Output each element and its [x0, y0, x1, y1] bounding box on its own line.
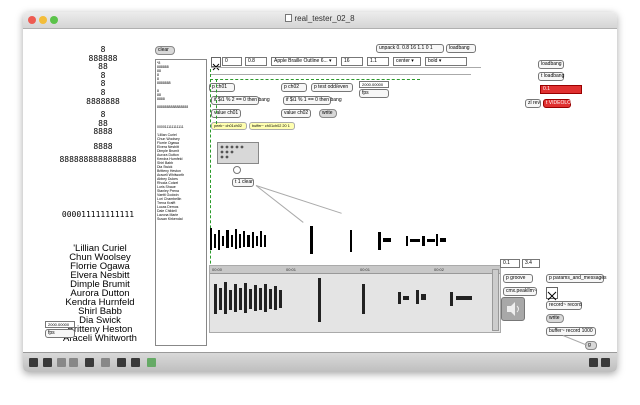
lock-icon[interactable] — [29, 358, 38, 367]
number-line: 8888 — [93, 141, 113, 151]
style-menu-label: bold — [428, 58, 438, 64]
p-params-object[interactable]: p params_and_messages — [546, 274, 607, 283]
red-number-box[interactable]: 0.1 — [540, 85, 582, 94]
inspector-icon[interactable] — [117, 358, 126, 367]
chevron-down-icon: ▾ — [411, 58, 414, 64]
grid-icon[interactable] — [57, 358, 66, 367]
t-loadbang-object[interactable]: t loadbang — [538, 72, 564, 81]
t-video-object[interactable]: t VIDEOLOM — [543, 99, 575, 108]
snap-icon[interactable] — [69, 358, 78, 367]
patch-cord — [255, 185, 342, 214]
window-title-text: real_tester_02_8 — [294, 14, 355, 23]
style-menu[interactable]: bold ▾ — [425, 57, 467, 66]
split-left-icon[interactable] — [589, 358, 598, 367]
title-bar: real_tester_02_8 — [23, 12, 617, 29]
font-menu-label: Apple Braille Outline 6... — [274, 58, 328, 64]
chevron-down-icon: ▾ — [438, 58, 442, 64]
range-high-number[interactable]: 3.4 — [522, 259, 540, 268]
expr-object-2[interactable]: if $i1 % 1 == 0 then bang — [283, 96, 342, 105]
audio-on-icon[interactable] — [147, 358, 156, 367]
align-menu[interactable]: center ▾ — [393, 57, 421, 66]
record-object[interactable]: record~ record — [546, 301, 582, 310]
document-icon — [285, 14, 293, 22]
waveform-bottom-svg — [214, 278, 472, 322]
loadbang-object[interactable]: loadbang — [538, 60, 564, 69]
numbers-display: 8 888888 88 8 8 8 8888888 8 88 8888 8888 — [63, 45, 143, 152]
range-low-number[interactable]: 0.1 — [500, 259, 520, 268]
patch-cord — [562, 335, 588, 346]
matrix-grid-icon — [220, 145, 244, 159]
write-message[interactable]: write — [546, 314, 564, 323]
toggle-x-button[interactable] — [211, 57, 221, 71]
waveform-editor[interactable]: 00:00 00:01 00:01 00:02 — [209, 265, 501, 333]
font-menu[interactable]: Apple Braille Outline 6... ▾ — [271, 57, 337, 66]
p-groove-object[interactable]: p groove — [503, 274, 533, 283]
level-meter — [492, 269, 499, 331]
text-list-box[interactable]: *8 888888 88 8 8 8888888 8 88 8888 88888888888888… — [155, 59, 207, 346]
timeline-tick: 00:00 — [212, 267, 223, 272]
presentation-icon[interactable] — [43, 358, 52, 367]
buffer-object[interactable]: buffer~ ch01ch02 20 1 — [249, 122, 295, 130]
number-box-2[interactable]: 0.8 — [245, 57, 267, 66]
p-ch02-object[interactable]: p ch02 — [281, 83, 307, 92]
peakamp-object[interactable]: cmx.peakllm~ — [503, 287, 537, 296]
info-icon[interactable] — [101, 358, 110, 367]
buffer-record-object[interactable]: buffer~ record 1000 — [546, 327, 596, 336]
clear-message[interactable]: clear — [155, 46, 175, 55]
timeline-ruler: 00:00 00:01 00:01 00:02 — [210, 266, 500, 274]
fps-object-bottom[interactable]: fps — [45, 329, 75, 338]
number-box-1[interactable]: 0 — [222, 57, 242, 66]
number-line: 8888888888888888 — [59, 155, 137, 164]
patcher-window: real_tester_02_8 8 888888 88 8 8 8 88888… — [23, 12, 617, 372]
new-object-icon[interactable] — [85, 358, 94, 367]
signal-cord — [210, 79, 420, 80]
bottom-toolbar — [23, 352, 617, 372]
clear-message-label[interactable]: clear — [155, 46, 175, 55]
bang-button[interactable] — [233, 166, 241, 174]
split-right-icon[interactable] — [601, 358, 610, 367]
waveform-display-top — [210, 226, 460, 256]
align-menu-label: center — [396, 58, 410, 64]
value-ch02-object[interactable]: value ch02 — [281, 109, 311, 118]
patcher-canvas[interactable]: 8 888888 88 8 8 8 8888888 8 88 8888 8888… — [23, 29, 617, 352]
record-toggle[interactable] — [546, 287, 558, 301]
p-ch01-object[interactable]: p ch01 — [209, 83, 235, 92]
patch-cord — [255, 185, 304, 223]
x-icon — [547, 291, 557, 301]
window-icon[interactable] — [131, 358, 140, 367]
speaker-dac-button[interactable] — [501, 297, 525, 321]
window-title: real_tester_02_8 — [23, 14, 617, 23]
timeline-tick: 00:01 — [286, 267, 297, 272]
speaker-icon — [507, 302, 519, 316]
listbox-line: Susan Kirkendal — [157, 217, 183, 221]
loadbang-small-object[interactable]: loadbang — [446, 44, 476, 53]
fps-number-bottom[interactable]: 2000.00000 — [45, 321, 75, 328]
p-test-object[interactable]: p test odd/even — [311, 83, 353, 92]
number-line: 8888888 — [86, 96, 120, 106]
expr-object-1[interactable]: if $i1 % 2 == 0 then bang — [211, 96, 270, 105]
chevron-down-icon: ▾ — [329, 58, 332, 64]
timeline-tick: 00:02 — [434, 267, 445, 272]
waveform-top-svg — [210, 226, 446, 254]
number-line: 8888 — [93, 127, 113, 137]
zl-rev-object[interactable]: zl rev — [525, 99, 541, 108]
fps-number-top[interactable]: 2000.00000 — [359, 81, 389, 88]
number-box-4[interactable]: 1.1 — [367, 57, 389, 66]
patch-cord — [211, 74, 471, 75]
write-message-top[interactable]: write — [319, 109, 337, 118]
timeline-tick: 00:01 — [360, 267, 371, 272]
fps-object-top[interactable]: fps — [359, 89, 389, 98]
number-line: 000011111111111 — [61, 210, 135, 219]
unpack-object[interactable]: unpack 0. 0.8 16 1.1 0 1 — [376, 44, 444, 53]
patch-cord — [211, 67, 481, 68]
signal-cord — [216, 79, 217, 124]
number-box-3[interactable]: 16 — [341, 57, 363, 66]
matrix-control[interactable] — [217, 142, 259, 164]
t-clear-object[interactable]: t 1 clear — [232, 178, 254, 187]
